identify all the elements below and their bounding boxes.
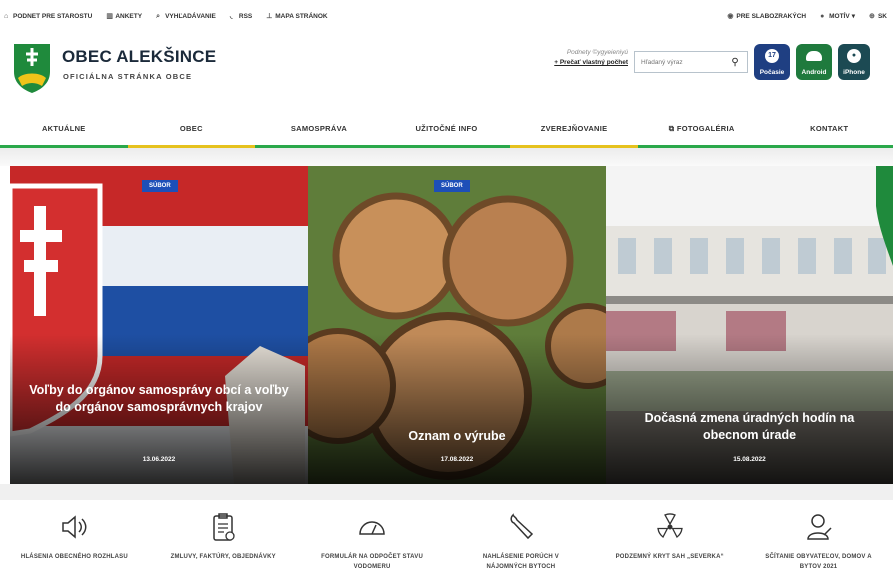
nav-item-fotogaleria[interactable]: ⧉ Fotogaléria [637, 112, 766, 148]
top-links-left: ⌂ Podnet pre starostu ▥ Ankety ⌕ Vyhľadávan… [4, 13, 328, 20]
nav-item-aktualne[interactable]: Aktuálne [0, 112, 128, 148]
slide-date: 17.08.2022 [440, 456, 474, 463]
slide-volby[interactable]: SÚBOR Voľby do orgánov samosprávy obcí a… [10, 166, 308, 484]
site-title[interactable]: OBEC ALEKŠINCE [62, 47, 216, 67]
top-link-podnet[interactable]: ⌂ Podnet pre starostu [4, 13, 92, 20]
quick-link-label: Sčítanie obyvateľov, domov a bytov 2021 [765, 554, 872, 570]
site-header: OBEC ALEKŠINCE OFICIÁLNA STRÁNKA OBCE Po… [0, 32, 893, 112]
chart-icon: ▥ [106, 12, 113, 20]
nav-label: Fotogaléria [676, 124, 735, 133]
chevron-down-icon: ▾ [851, 13, 855, 20]
section-divider [0, 484, 893, 500]
slide-title[interactable]: Oznam o výrube [322, 428, 592, 445]
globe-icon: ⊕ [868, 12, 875, 20]
top-link-language[interactable]: ⊕ SK [869, 13, 887, 20]
home-icon: ⌂ [4, 12, 9, 20]
top-link-label: RSS [238, 12, 253, 20]
rss-icon: ◟ [229, 12, 233, 20]
file-badge: SÚBOR [434, 180, 470, 192]
search-input[interactable] [635, 53, 725, 71]
weather-label: Počasie [759, 69, 785, 76]
weather-button[interactable]: 17 Počasie [754, 44, 790, 80]
nav-item-obec[interactable]: Obec [127, 112, 256, 148]
top-link-label: SK [877, 12, 887, 20]
top-link-accessibility[interactable]: ◉ Pre slabozrakých [727, 13, 806, 20]
top-link-theme[interactable]: ● Motív ▾ [820, 12, 855, 21]
slide-urad[interactable]: Dočasná zmena úradných hodín na obecnom … [606, 166, 893, 484]
quick-link-zmluvy[interactable]: Zmluvy, faktúry, objednávky [149, 500, 298, 587]
slide-title[interactable]: Dočasná zmena úradných hodín na obecnom … [620, 410, 879, 444]
app-buttons: 17 Počasie Android ● iPhone [754, 44, 870, 80]
quick-link-hlasenia[interactable]: Hlásenia obecného rozhlasu [0, 500, 149, 587]
top-link-label: Pre slabozrakých [736, 12, 807, 20]
search-box: ⚲ [634, 51, 748, 73]
person-icon [806, 514, 832, 540]
slide-date: 15.08.2022 [733, 456, 766, 463]
palette-icon: ● [820, 12, 825, 20]
quick-links: Hlásenia obecného rozhlasu Zmluvy, faktú… [0, 500, 893, 587]
sitemap-icon: ⊥ [266, 12, 273, 20]
weather-badge: 17 [765, 49, 779, 63]
external-link-icon: ⧉ [668, 123, 677, 133]
slide-vyrub[interactable]: SÚBOR Oznam o výrube 17.08.2022 [308, 166, 606, 484]
quick-link-scitanie[interactable]: Sčítanie obyvateľov, domov a bytov 2021 [744, 500, 893, 587]
nav-item-zverejnovanie[interactable]: Zverejňovanie [510, 112, 638, 148]
nav-item-uzitocne-info[interactable]: Užitočné info [382, 112, 511, 148]
top-link-search[interactable]: ⌕ Vyhľadávanie [156, 13, 216, 20]
nav-shadow [0, 148, 893, 166]
apple-icon: ● [847, 49, 861, 63]
quick-link-label: Formulár na odpočet stavu vodomeru [321, 554, 423, 570]
top-link-rss[interactable]: ◟ RSS [230, 13, 252, 20]
wrench-icon [510, 513, 533, 540]
quick-link-label: Podzemný kryt SaH „Severka“ [615, 554, 724, 560]
top-link-label: Vyhľadávanie [165, 12, 216, 20]
file-badge: SÚBOR [142, 180, 178, 192]
site-subtitle: OFICIÁLNA STRÁNKA OBCE [63, 72, 193, 81]
coat-of-arms-logo[interactable] [12, 42, 52, 94]
top-link-label: Motív [829, 12, 850, 20]
nav-item-samosprava[interactable]: Samospráva [255, 112, 383, 148]
speaker-icon [62, 515, 87, 539]
news-slider: SÚBOR Voľby do orgánov samosprávy obcí a… [10, 166, 893, 484]
search-icon[interactable]: ⚲ [725, 57, 745, 68]
quick-link-label: Nahlásenie porúch v nájomných bytoch [482, 554, 559, 570]
iphone-label: iPhone [843, 69, 865, 76]
top-link-sitemap[interactable]: ⊥ Mapa stránok [266, 13, 327, 20]
gauge-icon [359, 521, 385, 535]
quick-link-vodomer[interactable]: Formulár na odpočet stavu vodomeru [298, 500, 447, 587]
search-icon: ⌕ [156, 12, 160, 20]
eye-icon: ◉ [727, 12, 734, 20]
radiation-icon [656, 513, 683, 538]
top-link-label: Podnet pre starostu [13, 12, 93, 20]
top-link-label: Ankety [115, 12, 143, 20]
quick-link-poruchy[interactable]: Nahlásenie porúch v nájomných bytoch [446, 500, 595, 587]
login-box: Podnety ©ygyeieniyú + Prečať vlastný poč… [514, 48, 628, 68]
main-navigation: Aktuálne Obec Samospráva Užitočné info Z… [0, 112, 893, 148]
clipboard-icon [213, 513, 235, 541]
top-utility-bar: ⌂ Podnet pre starostu ▥ Ankety ⌕ Vyhľadávan… [0, 0, 893, 32]
top-links-right: ◉ Pre slabozrakých ● Motív ▾ ⊕ SK [727, 12, 887, 21]
login-text: Podnety ©ygyeieniyú [566, 49, 628, 56]
iphone-app-button[interactable]: ● iPhone [838, 44, 870, 80]
slide-title[interactable]: Voľby do orgánov samosprávy obcí a voľby… [24, 382, 294, 416]
quick-link-kryt[interactable]: Podzemný kryt SaH „Severka“ [595, 500, 744, 587]
nav-item-kontakt[interactable]: Kontakt [765, 112, 893, 148]
top-link-ankety[interactable]: ▥ Ankety [106, 13, 142, 20]
register-link[interactable]: + Prečať vlastný počhet [514, 58, 628, 68]
android-app-button[interactable]: Android [796, 44, 832, 80]
android-label: Android [801, 69, 827, 76]
quick-link-label: Zmluvy, faktúry, objednávky [170, 554, 276, 560]
android-icon [806, 51, 822, 61]
top-link-label: Mapa stránok [275, 12, 328, 20]
quick-link-label: Hlásenia obecného rozhlasu [20, 554, 128, 560]
slide-date: 13.06.2022 [142, 456, 176, 463]
